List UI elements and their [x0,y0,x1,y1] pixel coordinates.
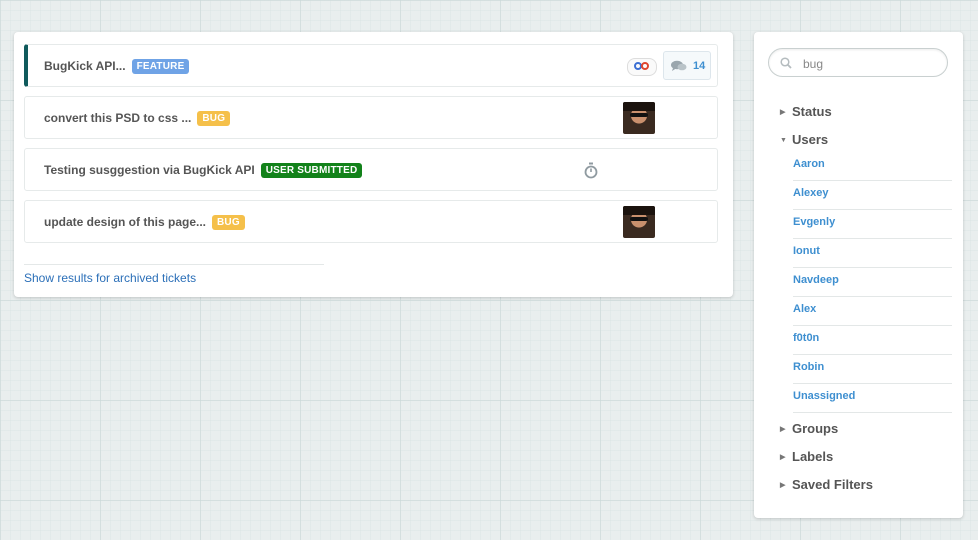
ticket-title-text[interactable]: BugKick API... [44,59,126,73]
section-label: Saved Filters [792,477,873,492]
feature-badge: FEATURE [131,59,190,74]
search-icon [780,57,792,69]
ticket-row[interactable]: convert this PSD to css ... BUG [24,96,718,139]
section-label: Groups [792,421,839,436]
caret-right-icon: ▶ [780,426,786,433]
user-submitted-badge: USER SUBMITTED [260,163,363,178]
section-label: Users [792,132,829,147]
caret-right-icon: ▶ [780,482,786,489]
filter-section-labels[interactable]: ▶ Labels [780,449,833,464]
user-filter-item[interactable]: Alexey [793,181,952,210]
integration-icon [627,58,657,76]
divider [24,264,324,265]
assignee-avatar[interactable] [623,102,655,134]
user-filter-item[interactable]: Robin [793,355,952,384]
bug-badge: BUG [197,111,231,126]
section-label: Labels [792,449,834,464]
filter-section-status[interactable]: ▶ Status [780,104,832,119]
ticket-title[interactable]: Testing susggestion via BugKick API USER … [44,163,363,178]
comment-count: 14 [693,60,706,72]
ticket-title-text[interactable]: convert this PSD to css ... [44,111,191,125]
ticket-row[interactable]: update design of this page... BUG [24,200,718,243]
assignee-avatar[interactable] [623,206,655,238]
caret-right-icon: ▶ [780,454,786,461]
user-filter-item[interactable]: Alex [793,297,952,326]
user-filter-item[interactable]: Ionut [793,239,952,268]
filter-section-saved-filters[interactable]: ▶ Saved Filters [780,477,873,492]
ticket-title-text[interactable]: update design of this page... [44,215,206,229]
search-box[interactable] [768,48,948,77]
comments-button[interactable]: 14 [663,51,711,80]
user-filter-item[interactable]: Aaron [793,152,952,181]
filter-sidebar: ▶ Status ▼ Users Aaron Alexey Evgenly Ionu… [754,32,963,518]
filter-section-groups[interactable]: ▶ Groups [780,421,838,436]
section-label: Status [792,104,832,119]
ticket-title[interactable]: convert this PSD to css ... BUG [44,111,231,126]
ticket-title-text[interactable]: Testing susggestion via BugKick API [44,163,255,177]
search-input[interactable] [801,55,935,73]
caret-right-icon: ▶ [780,109,786,116]
ticket-title[interactable]: BugKick API... FEATURE [44,59,190,74]
tickets-panel: BugKick API... FEATURE 14 convert this PS… [14,32,733,297]
user-filter-item[interactable]: Evgenly [793,210,952,239]
stopwatch-icon [584,162,598,179]
ticket-row[interactable]: BugKick API... FEATURE 14 [24,44,718,87]
comment-icon [671,60,687,71]
bug-badge: BUG [212,215,245,230]
user-filter-item[interactable]: Unassigned [793,384,952,413]
ticket-title[interactable]: update design of this page... BUG [44,215,245,230]
filter-section-users[interactable]: ▼ Users [780,132,828,147]
ticket-row[interactable]: Testing susggestion via BugKick API USER … [24,148,718,191]
archived-tickets-link[interactable]: Show results for archived tickets [24,271,196,285]
caret-down-icon: ▼ [780,137,787,144]
user-filter-item[interactable]: f0t0n [793,326,952,355]
user-filter-item[interactable]: Navdeep [793,268,952,297]
